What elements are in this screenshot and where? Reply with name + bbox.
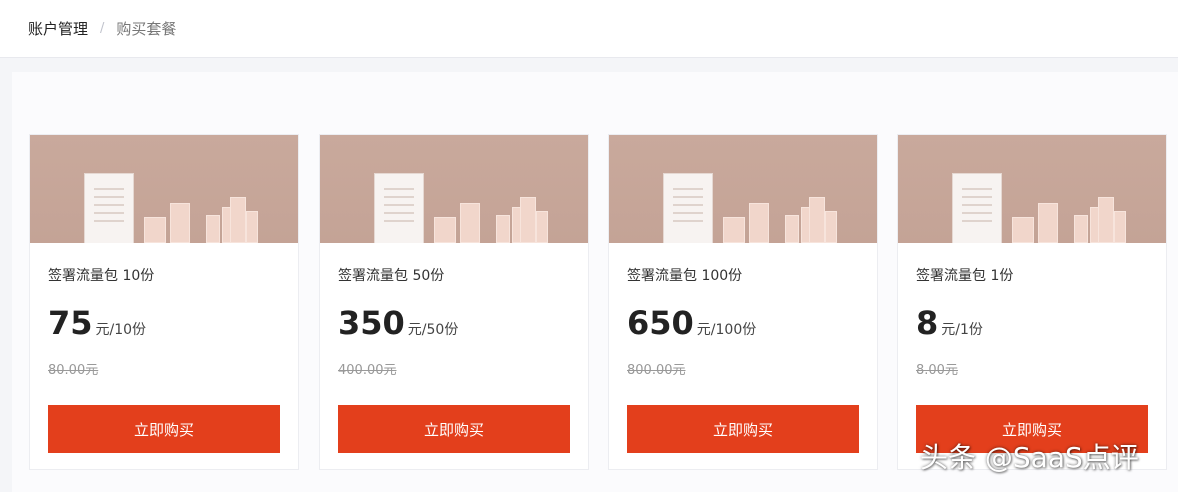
document-illustration-icon bbox=[952, 173, 1002, 243]
package-banner-illustration bbox=[30, 135, 298, 243]
original-price: 80.00元 bbox=[48, 363, 99, 378]
package-card: 签署流量包 10份 75 元/10份 80.00元 立即购买 bbox=[29, 134, 299, 470]
bar-chart-illustration-icon bbox=[170, 203, 190, 243]
package-banner-illustration bbox=[320, 135, 588, 243]
bar-chart-illustration-icon bbox=[536, 211, 548, 243]
bar-chart-illustration-icon bbox=[1038, 203, 1058, 243]
bar-chart-illustration-icon bbox=[230, 197, 246, 243]
buy-now-button[interactable]: 立即购买 bbox=[338, 405, 570, 453]
buy-now-button[interactable]: 立即购买 bbox=[627, 405, 859, 453]
original-price: 400.00元 bbox=[338, 363, 397, 378]
bar-chart-illustration-icon bbox=[496, 215, 510, 243]
price-row: 350 元/50份 bbox=[338, 307, 458, 339]
bar-chart-illustration-icon bbox=[206, 215, 220, 243]
header-bar: 账户管理 / 购买套餐 bbox=[0, 0, 1178, 58]
package-card: 签署流量包 100份 650 元/100份 800.00元 立即购买 bbox=[608, 134, 878, 470]
bar-chart-illustration-icon bbox=[1098, 197, 1114, 243]
original-price: 8.00元 bbox=[916, 363, 958, 378]
breadcrumb-account-management[interactable]: 账户管理 bbox=[28, 18, 88, 39]
document-illustration-icon bbox=[663, 173, 713, 243]
bar-chart-illustration-icon bbox=[144, 217, 166, 243]
package-price: 75 bbox=[48, 304, 93, 342]
buy-now-button[interactable]: 立即购买 bbox=[48, 405, 280, 453]
price-unit: 元/1份 bbox=[941, 322, 983, 338]
package-title: 签署流量包 50份 bbox=[338, 268, 445, 284]
watermark: 头条 @SaaS点评 bbox=[920, 441, 1139, 474]
package-title: 签署流量包 1份 bbox=[916, 268, 1014, 284]
original-price: 800.00元 bbox=[627, 363, 686, 378]
price-row: 75 元/10份 bbox=[48, 307, 146, 339]
bar-chart-illustration-icon bbox=[520, 197, 536, 243]
package-banner-illustration bbox=[609, 135, 877, 243]
document-illustration-icon bbox=[84, 173, 134, 243]
bar-chart-illustration-icon bbox=[246, 211, 258, 243]
bar-chart-illustration-icon bbox=[434, 217, 456, 243]
bar-chart-illustration-icon bbox=[749, 203, 769, 243]
price-unit: 元/100份 bbox=[696, 322, 757, 338]
package-price: 650 bbox=[627, 304, 694, 342]
package-price: 8 bbox=[916, 304, 939, 342]
price-unit: 元/10份 bbox=[95, 322, 147, 338]
package-card: 签署流量包 1份 8 元/1份 8.00元 立即购买 bbox=[897, 134, 1167, 470]
breadcrumb-current-page: 购买套餐 bbox=[116, 20, 177, 38]
bar-chart-illustration-icon bbox=[825, 211, 837, 243]
bar-chart-illustration-icon bbox=[1074, 215, 1088, 243]
package-card: 签署流量包 50份 350 元/50份 400.00元 立即购买 bbox=[319, 134, 589, 470]
bar-chart-illustration-icon bbox=[1114, 211, 1126, 243]
bar-chart-illustration-icon bbox=[460, 203, 480, 243]
bar-chart-illustration-icon bbox=[1012, 217, 1034, 243]
package-title: 签署流量包 10份 bbox=[48, 268, 155, 284]
package-title: 签署流量包 100份 bbox=[627, 268, 743, 284]
bar-chart-illustration-icon bbox=[785, 215, 799, 243]
package-banner-illustration bbox=[898, 135, 1166, 243]
price-row: 8 元/1份 bbox=[916, 307, 983, 339]
document-illustration-icon bbox=[374, 173, 424, 243]
breadcrumb-separator: / bbox=[100, 21, 105, 36]
bar-chart-illustration-icon bbox=[809, 197, 825, 243]
price-row: 650 元/100份 bbox=[627, 307, 756, 339]
bar-chart-illustration-icon bbox=[723, 217, 745, 243]
package-price: 350 bbox=[338, 304, 405, 342]
price-unit: 元/50份 bbox=[407, 322, 459, 338]
